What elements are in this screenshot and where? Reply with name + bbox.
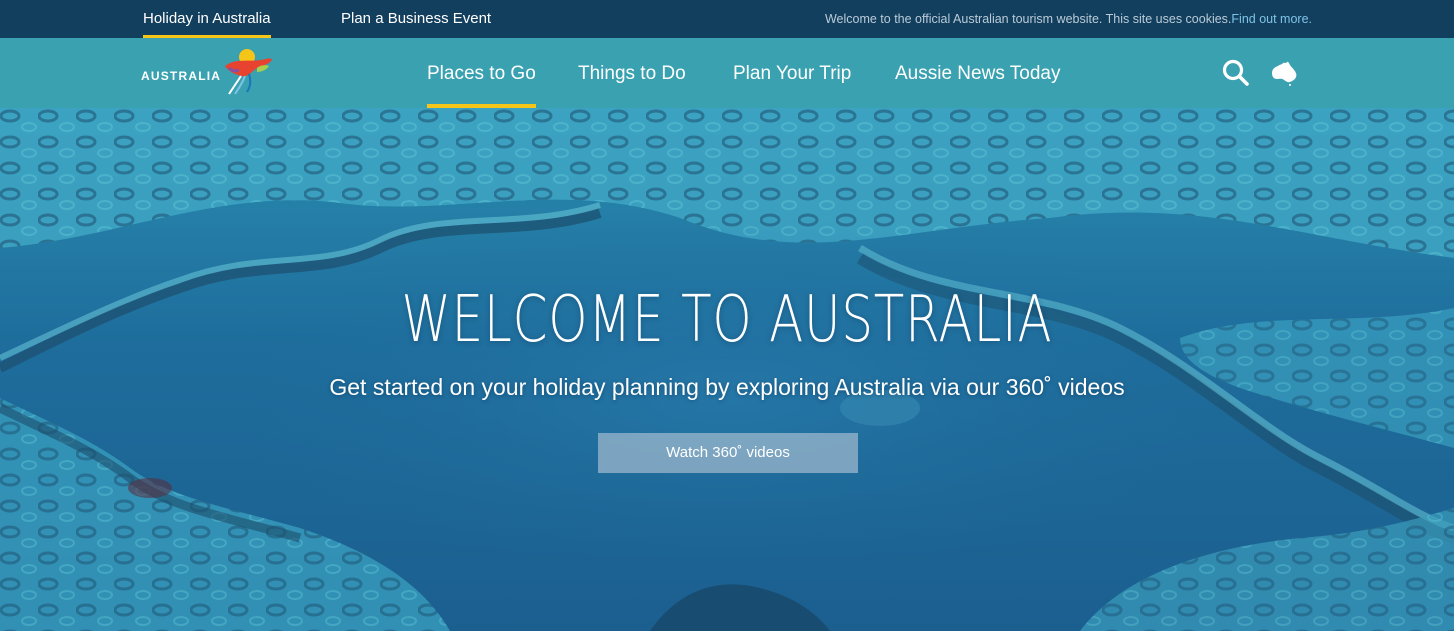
main-navigation: AUSTRALIA Places to Go Things to Do Plan… — [0, 38, 1454, 108]
kangaroo-logo-icon — [225, 49, 272, 95]
nav-places-to-go[interactable]: Places to Go — [427, 38, 536, 108]
cookie-notice: Welcome to the official Australian touri… — [825, 0, 1312, 38]
logo-wordmark: AUSTRALIA — [141, 69, 222, 83]
nav-plan-your-trip[interactable]: Plan Your Trip — [733, 38, 851, 108]
australia-map-button[interactable] — [1269, 58, 1299, 88]
tab-plan-business-event[interactable]: Plan a Business Event — [341, 0, 491, 38]
hero-banner: WELCOME TO AUSTRALIA Get started on your… — [0, 108, 1454, 631]
australia-map-icon — [1272, 61, 1297, 86]
search-icon — [1222, 59, 1249, 86]
hero-subtitle: Get started on your holiday planning by … — [329, 374, 1125, 400]
hero-title: WELCOME TO AUSTRALIA — [401, 283, 1053, 357]
nav-things-to-do[interactable]: Things to Do — [578, 38, 686, 108]
cookie-notice-text: Welcome to the official Australian touri… — [824, 12, 1232, 26]
cookie-find-out-more-link[interactable]: Find out more. — [1231, 12, 1312, 26]
australia-logo[interactable]: AUSTRALIA — [141, 48, 273, 98]
reef-aerial-image — [0, 108, 1454, 631]
search-button[interactable] — [1221, 58, 1251, 88]
nav-aussie-news-today[interactable]: Aussie News Today — [895, 38, 1060, 108]
watch-360-videos-button[interactable]: Watch 360˚ videos — [598, 433, 858, 473]
top-utility-bar: Holiday in Australia Plan a Business Eve… — [0, 0, 1454, 38]
tab-holiday-in-australia[interactable]: Holiday in Australia — [143, 0, 271, 38]
